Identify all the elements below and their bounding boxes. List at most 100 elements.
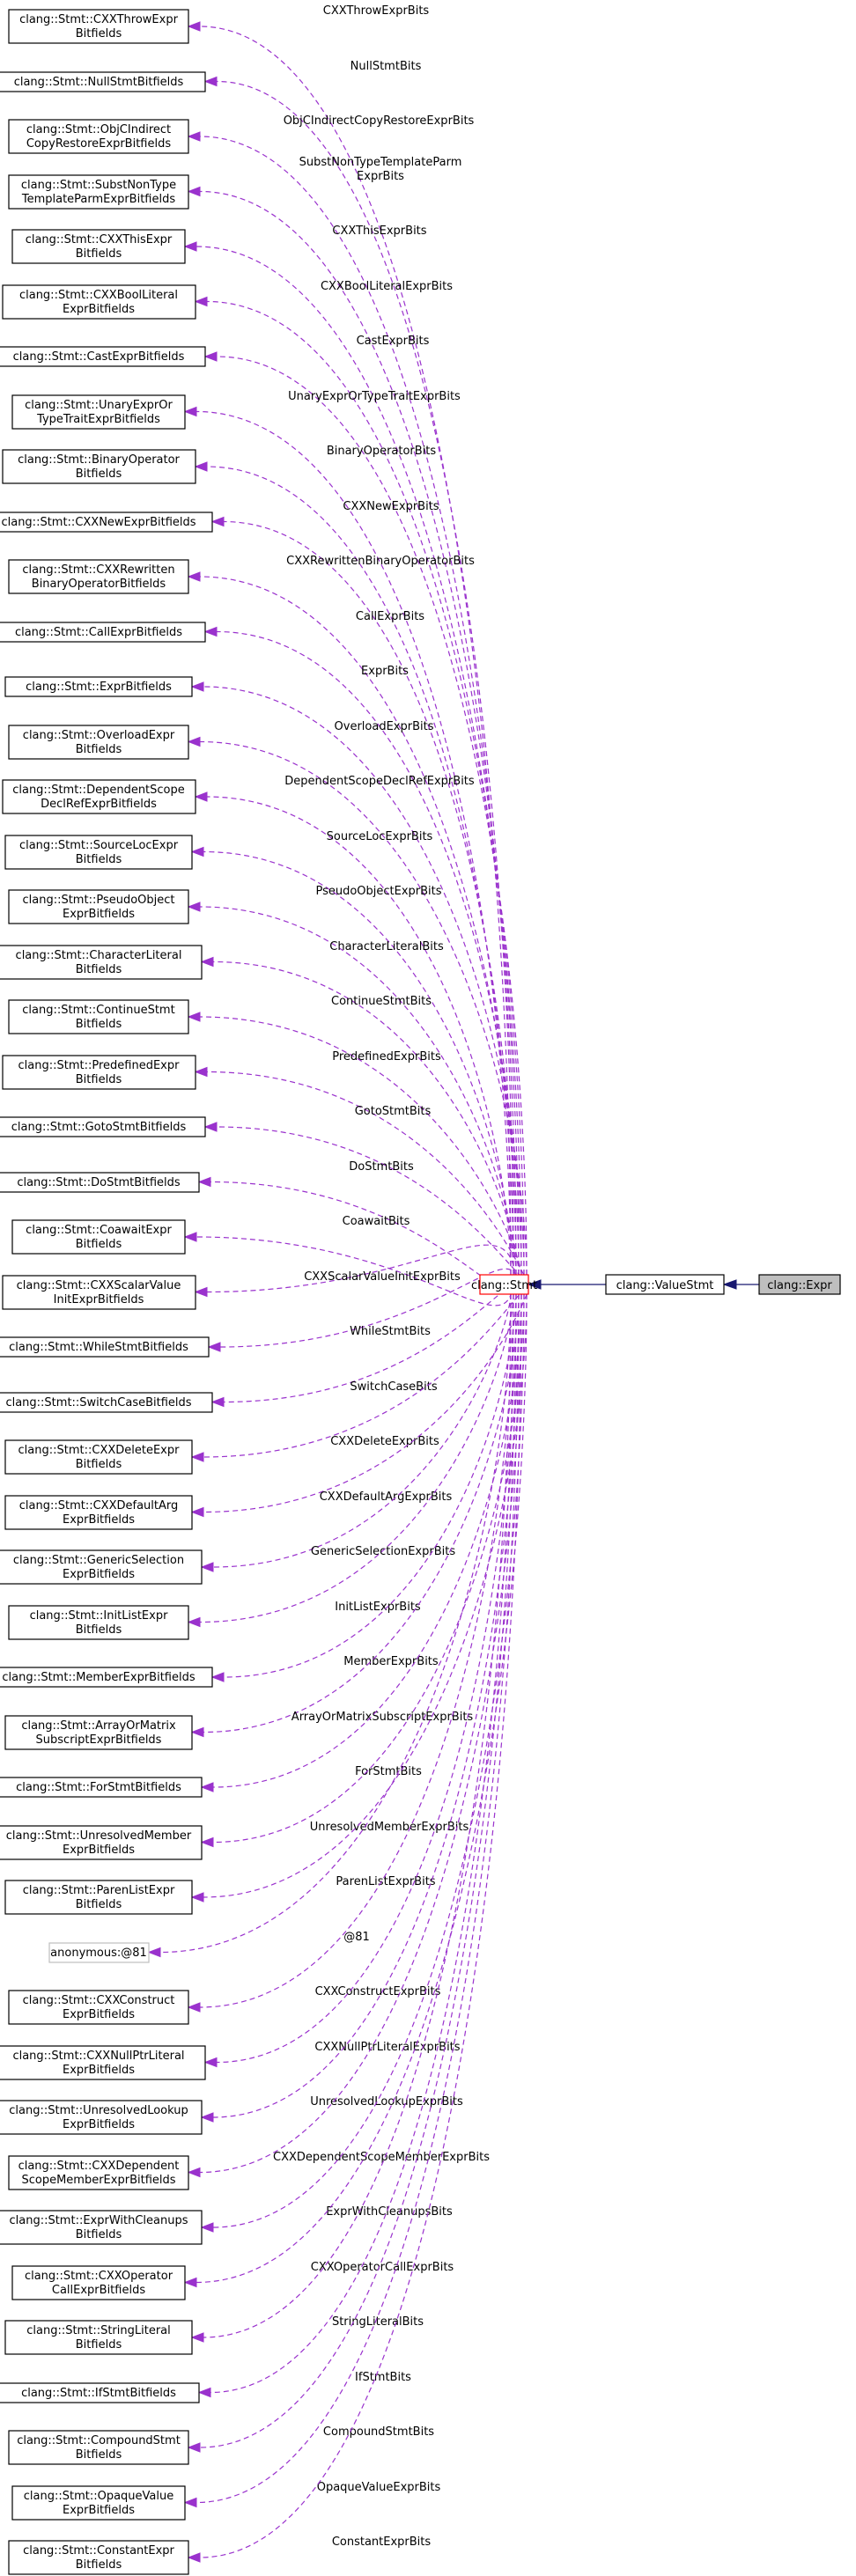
- edge-cxxdeleteexpr-bitfields: CXXDeleteExprBits: [190, 1292, 525, 1462]
- node-label: clang::Stmt::ForStmtBitfields: [16, 1781, 181, 1794]
- edge-path: [216, 356, 528, 1276]
- node-cxxthisexpr-bitfields[interactable]: clang::Stmt::CXXThisExprBitfields: [11, 229, 186, 264]
- node-continuestmt-bitfields[interactable]: clang::Stmt::ContinueStmtBitfields: [8, 999, 189, 1034]
- node-label: TypeTraitExprBitfields: [36, 413, 160, 426]
- node-ifstmtbitfields[interactable]: clang::Stmt::IfStmtBitfields: [0, 2382, 200, 2403]
- node-overloadexpr-bitfields[interactable]: clang::Stmt::OverloadExprBitfields: [8, 725, 189, 760]
- edge-cxxthisexpr-bitfields: CXXThisExprBits: [183, 224, 522, 1276]
- edge-arrow-icon: [187, 902, 201, 912]
- edge-label: ForStmtBits: [355, 1765, 422, 1778]
- edge-label: OverloadExprBits: [335, 720, 434, 733]
- edge-label: IfStmtBits: [355, 2371, 411, 2384]
- edge-label: UnresolvedLookupExprBits: [310, 2095, 463, 2109]
- node-cxxdefaultarg-exprbitfields[interactable]: clang::Stmt::CXXDefaultArgExprBitfields: [4, 1495, 193, 1530]
- node-genericselection-exprbitfields[interactable]: clang::Stmt::GenericSelectionExprBitfiel…: [0, 1549, 203, 1585]
- node-stmt-label: clang::Stmt: [471, 1279, 537, 1292]
- edge-dependentscope-declrefexprbitfields: DependentScopeDeclRefExprBits: [194, 775, 512, 1276]
- edge-arrayormatrix-subscriptexprbitfields: ArrayOrMatrixSubscriptExprBits: [190, 1293, 520, 1738]
- node-unaryexpror-typetraitexprbitfields[interactable]: clang::Stmt::UnaryExprOrTypeTraitExprBit…: [11, 394, 186, 430]
- node-label: SubscriptExprBitfields: [36, 1733, 162, 1747]
- edge-label: CharacterLiteralBits: [329, 940, 444, 953]
- edge-cxxthrowexpr-bitfields: CXXThrowExprBits: [187, 4, 512, 1276]
- node-label: clang::Stmt::CoawaitExpr: [26, 1224, 172, 1237]
- node-cxxconstruct-exprbitfields[interactable]: clang::Stmt::CXXConstructExprBitfields: [8, 1990, 189, 2025]
- node-label: clang::Stmt::CXXDeleteExpr: [18, 1444, 181, 1457]
- edge-label: CXXOperatorCallExprBits: [311, 2261, 454, 2274]
- node-unresolvedlookup-exprbitfields[interactable]: clang::Stmt::UnresolvedLookupExprBitfiel…: [0, 2100, 203, 2135]
- node-cxxnullptrliteral-exprbitfields[interactable]: clang::Stmt::CXXNullPtrLiteralExprBitfie…: [0, 2045, 206, 2080]
- node-cxxdependent-scopememberexprbitfields[interactable]: clang::Stmt::CXXDependentScopeMemberExpr…: [8, 2155, 189, 2190]
- node-pseudoobject-exprbitfields[interactable]: clang::Stmt::PseudoObjectExprBitfields: [8, 889, 189, 924]
- node-gotostmtbitfields[interactable]: clang::Stmt::GotoStmtBitfields: [0, 1116, 206, 1137]
- edge-path: [206, 796, 512, 1276]
- node-cxxrewritten-binaryoperatorbitfields[interactable]: clang::Stmt::CXXRewrittenBinaryOperatorB…: [8, 559, 189, 594]
- node-switchcasebitfields[interactable]: clang::Stmt::SwitchCaseBitfields: [0, 1392, 213, 1413]
- edge-label: CXXNewExprBits: [343, 500, 439, 513]
- node-arrayormatrix-subscriptexprbitfields[interactable]: clang::Stmt::ArrayOrMatrixSubscriptExprB…: [4, 1715, 193, 1750]
- edge-label: PseudoObjectExprBits: [315, 885, 441, 898]
- node-label: clang::Stmt::SourceLocExpr: [19, 839, 179, 852]
- node-memberexprbitfields[interactable]: clang::Stmt::MemberExprBitfields: [0, 1667, 213, 1688]
- node-stmt[interactable]: clang::Stmt: [471, 1274, 537, 1295]
- node-label: anonymous:@81: [50, 1947, 147, 1960]
- node-predefinedexpr-bitfields[interactable]: clang::Stmt::PredefinedExprBitfields: [2, 1055, 196, 1090]
- node-label: clang::Stmt::ConstantExpr: [23, 2544, 174, 2558]
- edge-arrow-icon: [190, 1726, 204, 1738]
- node-label: clang::Stmt::CXXNullPtrLiteral: [12, 2050, 184, 2063]
- node-dostmtbitfields[interactable]: clang::Stmt::DoStmtBitfields: [0, 1172, 200, 1193]
- node-initlistexpr-bitfields[interactable]: clang::Stmt::InitListExprBitfields: [8, 1605, 189, 1640]
- node-opaquevalue-exprbitfields[interactable]: clang::Stmt::OpaqueValueExprBitfields: [11, 2485, 186, 2521]
- node-label: Bitfields: [76, 2448, 122, 2462]
- node-sourcelocexpr-bitfields[interactable]: clang::Stmt::SourceLocExprBitfields: [4, 835, 193, 870]
- edge-label: OpaqueValueExprBits: [317, 2481, 441, 2494]
- node-label: clang::Stmt::ObjCIndirect: [26, 123, 171, 136]
- node-compoundstmt-bitfields[interactable]: clang::Stmt::CompoundStmtBitfields: [8, 2430, 189, 2465]
- edge-arrow-icon: [183, 241, 197, 252]
- edge-arrow-icon: [207, 1342, 221, 1352]
- edge-label: CXXThrowExprBits: [323, 4, 430, 18]
- node-dependentscope-declrefexprbitfields[interactable]: clang::Stmt::DependentScopeDeclRefExprBi…: [2, 779, 196, 814]
- node-label: clang::Stmt::CXXDependent: [18, 2160, 180, 2173]
- node-anonymous-81[interactable]: anonymous:@81: [48, 1942, 150, 1963]
- node-callexprbitfields[interactable]: clang::Stmt::CallExprBitfields: [0, 622, 206, 643]
- node-binaryoperator-bitfields[interactable]: clang::Stmt::BinaryOperatorBitfields: [2, 449, 196, 484]
- node-label: Bitfields: [76, 853, 122, 866]
- node-cxxoperator-callexprbitfields[interactable]: clang::Stmt::CXXOperatorCallExprBitfield…: [11, 2265, 186, 2300]
- node-label: clang::Stmt::CXXNewExprBitfields: [1, 516, 196, 529]
- node-exprwithcleanups-bitfields[interactable]: clang::Stmt::ExprWithCleanupsBitfields: [0, 2210, 203, 2245]
- node-constantexpr-bitfields[interactable]: clang::Stmt::ConstantExprBitfields: [8, 2540, 189, 2575]
- node-nullstmtbitfields[interactable]: clang::Stmt::NullStmtBitfields: [0, 71, 206, 92]
- node-label: clang::Stmt::UnresolvedMember: [6, 1829, 192, 1843]
- edge-arrow-icon: [187, 1616, 201, 1628]
- edge-label: ContinueStmtBits: [331, 995, 432, 1008]
- node-valuestmt[interactable]: clang::ValueStmt: [605, 1274, 725, 1295]
- edge-cxxconstruct-exprbitfields: CXXConstructExprBits: [187, 1293, 514, 2013]
- node-label: clang::Stmt::CompoundStmt: [17, 2434, 181, 2447]
- node-cxxthrowexpr-bitfields[interactable]: clang::Stmt::CXXThrowExprBitfields: [8, 9, 189, 44]
- edge-arrow-icon: [183, 406, 197, 417]
- node-expr-label: clang::Expr: [767, 1279, 832, 1292]
- node-unresolvedmember-exprbitfields[interactable]: clang::Stmt::UnresolvedMemberExprBitfiel…: [0, 1825, 203, 1860]
- node-coawaitexpr-bitfields[interactable]: clang::Stmt::CoawaitExprBitfields: [11, 1219, 186, 1255]
- node-label: clang::Stmt::CXXBoolLiteral: [19, 289, 178, 302]
- node-substnontype-templateparmexprbitfields[interactable]: clang::Stmt::SubstNonTypeTemplateParmExp…: [8, 174, 189, 210]
- edge-label: SwitchCaseBits: [350, 1380, 437, 1394]
- node-objcindirect-copyrestoreexprbitfields[interactable]: clang::Stmt::ObjCIndirectCopyRestoreExpr…: [8, 119, 189, 154]
- edges-layer: CXXThrowExprBits NullStmtBits ObjCIndirect…: [147, 4, 528, 2563]
- edge-arrow-icon: [200, 1836, 214, 1848]
- node-exprbitfields[interactable]: clang::Stmt::ExprBitfields: [4, 676, 193, 697]
- node-whilestmtbitfields[interactable]: clang::Stmt::WhileStmtBitfields: [0, 1336, 210, 1358]
- node-parenlistexpr-bitfields[interactable]: clang::Stmt::ParenListExprBitfields: [4, 1880, 193, 1915]
- node-cxxscalarvalue-initexprbitfields[interactable]: clang::Stmt::CXXScalarValueInitExprBitfi…: [2, 1275, 196, 1310]
- edge-arrow-icon: [203, 626, 218, 637]
- node-cxxnewexprbitfields[interactable]: clang::Stmt::CXXNewExprBitfields: [0, 512, 213, 533]
- node-castexprbitfields[interactable]: clang::Stmt::CastExprBitfields: [0, 346, 206, 367]
- node-label: Bitfields: [76, 1458, 122, 1471]
- node-stringliteral-bitfields[interactable]: clang::Stmt::StringLiteralBitfields: [4, 2320, 193, 2355]
- collaboration-diagram: CXXThrowExprBits NullStmtBits ObjCIndirect…: [0, 4, 841, 2575]
- node-forstmtbitfields[interactable]: clang::Stmt::ForStmtBitfields: [0, 1777, 203, 1798]
- node-label: clang::Stmt::SubstNonType: [21, 179, 176, 192]
- node-cxxboolliteral-exprbitfields[interactable]: clang::Stmt::CXXBoolLiteralExprBitfields: [2, 284, 196, 320]
- node-characterliteral-bitfields[interactable]: clang::Stmt::CharacterLiteralBitfields: [0, 945, 203, 980]
- node-cxxdeleteexpr-bitfields[interactable]: clang::Stmt::CXXDeleteExprBitfields: [4, 1439, 193, 1475]
